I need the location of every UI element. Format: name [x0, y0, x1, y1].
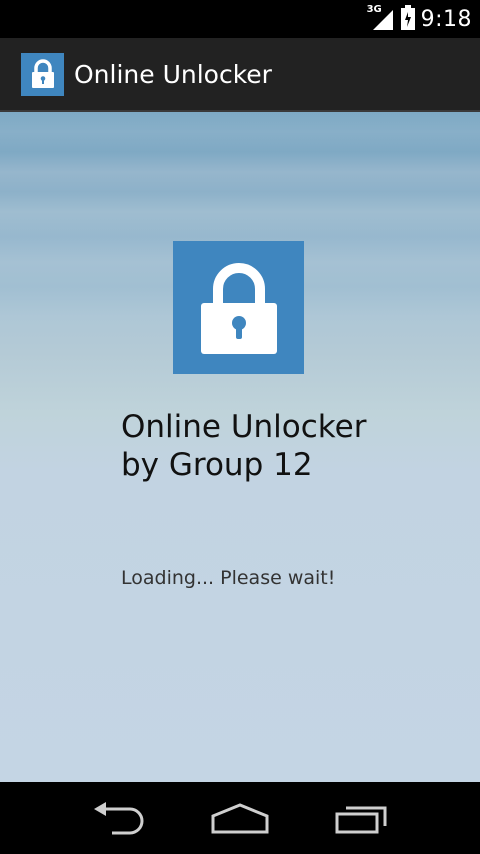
action-bar: Online Unlocker	[0, 38, 480, 112]
loading-message: Loading... Please wait!	[121, 567, 336, 589]
signal-icon: 3G	[366, 4, 395, 32]
lock-icon	[173, 241, 304, 374]
back-icon[interactable]	[90, 800, 150, 840]
status-icons: 3G 9:18	[366, 0, 472, 38]
app-lock-icon[interactable]	[21, 52, 64, 96]
battery-icon	[400, 4, 415, 34]
status-bar: 3G 9:18	[0, 0, 480, 38]
recent-apps-icon[interactable]	[332, 800, 392, 840]
clock: 9:18	[420, 6, 472, 32]
splash-title: Online Unlocker by Group 12	[121, 408, 461, 484]
network-type-label: 3G	[366, 4, 382, 15]
splash-title-line2: by Group 12	[121, 447, 313, 483]
splash-title-line1: Online Unlocker	[121, 409, 367, 445]
home-icon[interactable]	[210, 800, 270, 840]
navigation-bar	[0, 782, 480, 854]
app-title: Online Unlocker	[74, 59, 272, 89]
splash-content: Online Unlocker by Group 12 Loading... P…	[0, 112, 480, 782]
